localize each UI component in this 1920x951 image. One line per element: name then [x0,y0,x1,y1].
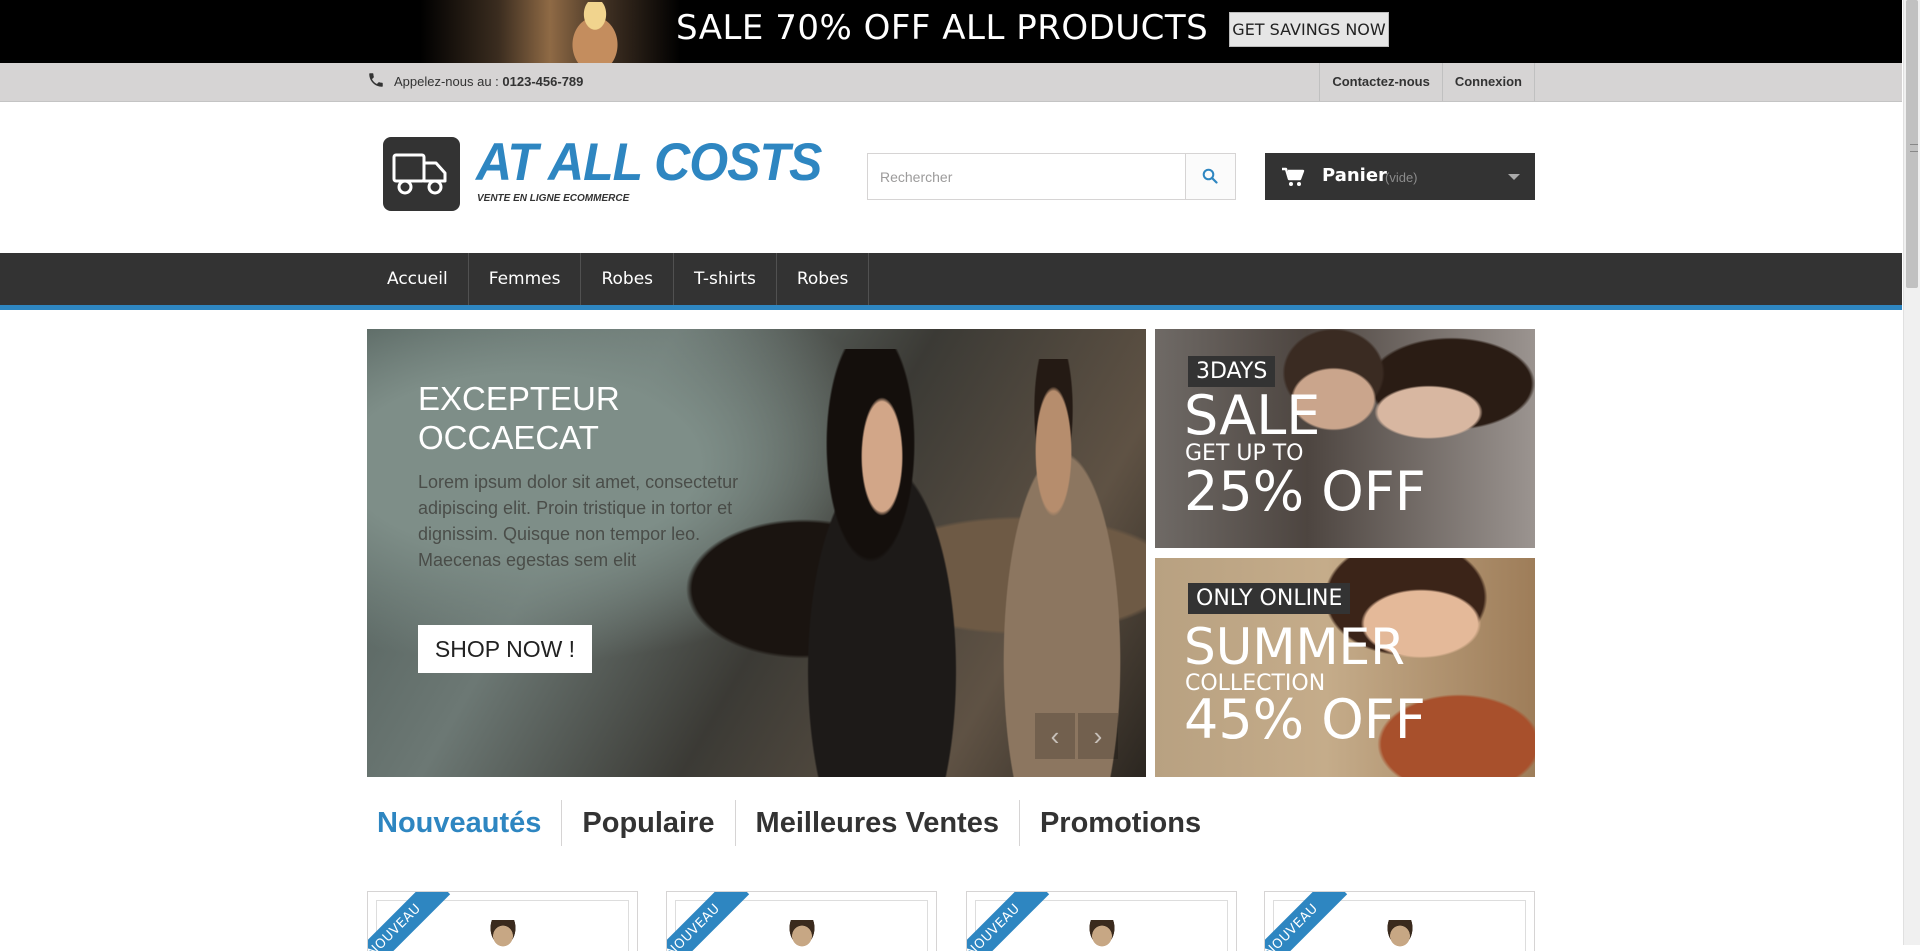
promo-model-image [560,2,630,63]
cart-label: Panier [1322,165,1387,186]
site-header: AT ALL COSTS VENTE EN LIGNE ECOMMERCE Pa… [0,102,1902,252]
product-list: NOUVEAU NOUVEAU NOUVEAU NOUVEAU [367,891,1535,951]
product-image [1376,920,1423,951]
product-card[interactable]: NOUVEAU [367,891,638,951]
product-card[interactable]: NOUVEAU [666,891,937,951]
search-button[interactable] [1185,154,1235,199]
grip-icon [1910,144,1918,152]
search-icon [1202,168,1218,184]
menu-item-robes[interactable]: Robes [581,253,675,305]
call-us-text: Appelez-nous au : 0123-456-789 [394,74,583,89]
banner-discount: 45% OFF [1184,688,1426,751]
get-savings-button[interactable]: GET SAVINGS NOW [1229,12,1389,47]
new-ribbon: NOUVEAU [1265,892,1351,951]
truck-icon [392,153,447,195]
banner-tag: 3DAYS [1188,356,1276,387]
cart-button[interactable]: Panier (vide) [1265,153,1535,200]
new-ribbon: NOUVEAU [368,892,454,951]
call-label: Appelez-nous au : [394,74,499,89]
new-ribbon-label: NOUVEAU [967,892,1050,951]
banner-tag: ONLY ONLINE [1188,583,1351,614]
menu-item-femmes[interactable]: Femmes [469,253,582,305]
tab-nouveautes[interactable]: Nouveautés [367,800,563,846]
promo-photo [420,0,680,63]
promo-headline: SALE 70% OFF ALL PRODUCTS [676,8,1209,48]
slider-next-button[interactable]: › [1078,713,1118,759]
slider-prev-button[interactable]: ‹ [1035,713,1075,759]
tab-meilleures-ventes[interactable]: Meilleures Ventes [736,800,1020,846]
contact-bar: Appelez-nous au : 0123-456-789 Contactez… [0,63,1902,102]
tab-promotions[interactable]: Promotions [1020,800,1221,846]
banner-discount: 25% OFF [1184,460,1426,523]
logo-tagline: VENTE EN LIGNE ECOMMERCE [477,193,630,204]
product-image [778,920,825,951]
chevron-down-icon [1508,174,1520,180]
new-ribbon: NOUVEAU [967,892,1053,951]
slide-text: Lorem ipsum dolor sit amet, consectetur … [418,472,739,570]
search-box [867,153,1236,200]
banner-main-text: SUMMER [1184,618,1405,676]
tab-populaire[interactable]: Populaire [562,800,736,846]
promo-banner-sale[interactable]: 3DAYS SALE GET UP TO 25% OFF [1155,329,1535,548]
page-scrollbar[interactable] [1903,0,1920,945]
new-ribbon-label: NOUVEAU [368,892,451,951]
contact-us-link[interactable]: Contactez-nous [1319,63,1442,101]
slide-title: EXCEPTEUR OCCAECAT [418,380,620,456]
product-image [479,920,526,951]
product-image [1078,920,1125,951]
logo-badge [383,137,460,211]
scrollbar-thumb[interactable] [1906,0,1918,288]
cart-status: (vide) [1385,170,1418,185]
menu-item-accueil[interactable]: Accueil [367,253,469,305]
product-card[interactable]: NOUVEAU [1264,891,1535,951]
phone-icon [369,73,383,87]
new-ribbon-label: NOUVEAU [667,892,750,951]
new-ribbon: NOUVEAU [667,892,753,951]
promo-banner[interactable]: SALE 70% OFF ALL PRODUCTS GET SAVINGS NO… [0,0,1902,63]
hero-slider[interactable]: EXCEPTEUR OCCAECAT Lorem ipsum dolor sit… [367,329,1146,777]
main-menu: Accueil Femmes Robes T-shirts Robes [0,253,1902,310]
shop-now-button[interactable]: SHOP NOW ! [418,625,592,673]
menu-item-tshirts[interactable]: T-shirts [674,253,777,305]
phone-number: 0123-456-789 [502,74,584,89]
top-links: Contactez-nous Connexion [1319,63,1535,101]
promo-banner-summer[interactable]: ONLY ONLINE SUMMER COLLECTION 45% OFF [1155,558,1535,777]
banner-main-text: SALE [1184,384,1321,447]
cart-icon [1282,167,1305,186]
logo-text: AT ALL COSTS [476,132,822,192]
product-tabs: Nouveautés Populaire Meilleures Ventes P… [367,800,1221,850]
new-ribbon-label: NOUVEAU [1265,892,1348,951]
search-input[interactable] [868,154,1188,199]
menu-item-robes-2[interactable]: Robes [777,253,870,305]
login-link[interactable]: Connexion [1441,63,1535,101]
product-card[interactable]: NOUVEAU [966,891,1237,951]
slide-image-woman [767,349,997,777]
